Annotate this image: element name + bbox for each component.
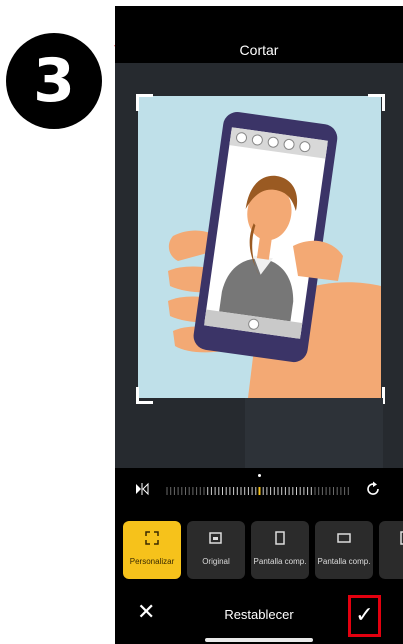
bottom-action-bar: ✕ Restablecer ✓ — [115, 586, 403, 644]
rotate-icon[interactable] — [365, 481, 381, 497]
phone-screen: Cortar Personalizar Original Pantalla co… — [115, 6, 403, 644]
home-indicator — [205, 638, 313, 642]
phone-selfie-illustration — [138, 96, 381, 398]
original-ratio-icon — [209, 532, 222, 544]
fullscreen-landscape-icon — [337, 533, 351, 543]
ratio-label: Pantalla comp. — [253, 557, 307, 566]
rotation-bar — [115, 468, 403, 514]
angle-indicator-dot — [258, 474, 261, 477]
ratio-label: Pantalla comp. — [317, 557, 371, 566]
ratio-label: Original — [202, 557, 230, 566]
ratio-option-fullscreen-portrait[interactable]: Pantalla comp. — [251, 521, 309, 579]
flip-icon[interactable] — [135, 482, 149, 496]
custom-crop-icon — [145, 531, 159, 545]
crop-ratio-options: Personalizar Original Pantalla comp. Pan… — [115, 514, 403, 579]
ratio-label: 1 — [379, 557, 403, 566]
ratio-label: Personalizar — [129, 557, 175, 566]
ratio-option-partial[interactable]: 1 — [379, 521, 403, 579]
ratio-option-original[interactable]: Original — [187, 521, 245, 579]
confirm-button[interactable]: ✓ — [348, 595, 381, 637]
ratio-option-custom[interactable]: Personalizar — [123, 521, 181, 579]
crop-handle-bottom-left[interactable] — [136, 387, 153, 404]
crop-editor — [115, 63, 403, 468]
step-number-badge: 3 — [6, 33, 102, 129]
crop-handle-top-right[interactable] — [368, 94, 385, 111]
ratio-icon — [400, 531, 403, 545]
crop-handle-top-left[interactable] — [136, 94, 153, 111]
ratio-option-fullscreen-landscape[interactable]: Pantalla comp. — [315, 521, 373, 579]
screen-title: Cortar — [239, 42, 279, 58]
photo-dimmed-area — [245, 398, 383, 468]
straighten-slider[interactable] — [163, 485, 353, 497]
photo-preview[interactable] — [138, 96, 381, 398]
fullscreen-portrait-icon — [275, 531, 285, 545]
